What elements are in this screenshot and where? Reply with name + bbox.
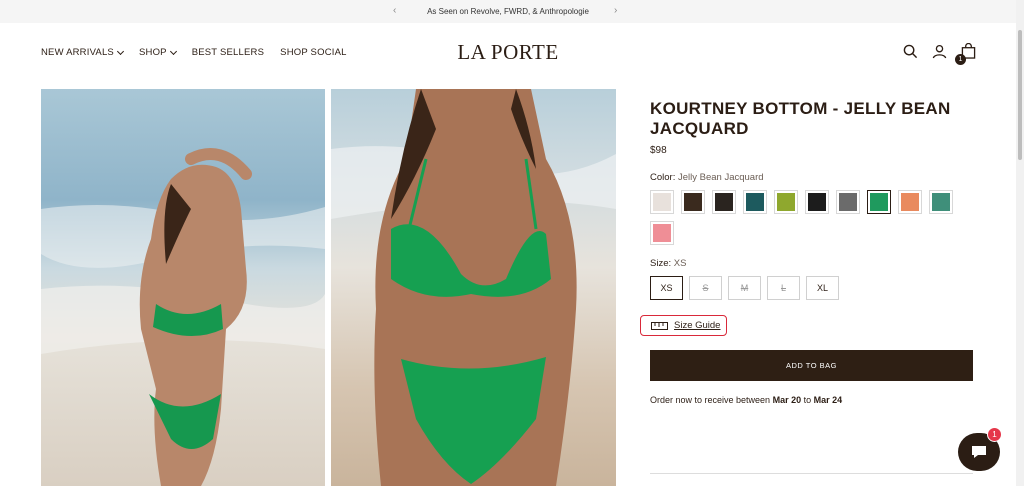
- product-info: KOURTNEY BOTTOM - JELLY BEAN JACQUARD $9…: [640, 99, 973, 405]
- announcement-text: As Seen on Revolve, FWRD, & Anthropologi…: [427, 7, 589, 16]
- chat-icon: [972, 446, 986, 458]
- order-prefix: Order now to receive between: [650, 395, 771, 405]
- chevron-right-icon[interactable]: ›: [614, 5, 617, 16]
- order-end-date: Mar 24: [813, 395, 843, 405]
- color-swatch-fill: [808, 193, 826, 211]
- size-option[interactable]: XS: [650, 276, 683, 300]
- color-label-text: Color:: [650, 172, 676, 183]
- size-guide-label: Size Guide: [674, 320, 721, 331]
- size-label-text: Size:: [650, 258, 672, 269]
- account-icon[interactable]: [932, 44, 947, 59]
- add-to-bag-button[interactable]: ADD TO BAG: [650, 350, 973, 381]
- cart-icon[interactable]: 1: [955, 43, 976, 65]
- color-swatch-fill: [839, 193, 857, 211]
- color-swatch[interactable]: [805, 190, 829, 214]
- color-swatch-fill: [932, 193, 950, 211]
- size-guide-link[interactable]: Size Guide: [640, 315, 728, 336]
- announcement-bar: ‹ As Seen on Revolve, FWRD, & Anthropolo…: [0, 0, 1016, 23]
- color-swatch[interactable]: [681, 190, 705, 214]
- color-value: Jelly Bean Jacquard: [677, 172, 764, 183]
- search-icon[interactable]: [903, 44, 918, 59]
- color-swatch[interactable]: [929, 190, 953, 214]
- order-start-date: Mar 20: [772, 395, 802, 405]
- delivery-estimate: Order now to receive between Mar 20 to M…: [650, 395, 973, 405]
- product-price: $98: [650, 145, 667, 156]
- color-swatch[interactable]: [867, 190, 891, 214]
- color-swatch[interactable]: [712, 190, 736, 214]
- product-title: KOURTNEY BOTTOM - JELLY BEAN JACQUARD: [650, 99, 951, 138]
- chevron-left-icon[interactable]: ‹: [393, 5, 396, 16]
- header-icons: 1: [903, 43, 976, 65]
- color-swatch-fill: [653, 193, 671, 211]
- product-image-2[interactable]: [331, 89, 616, 486]
- color-swatch-fill: [715, 193, 733, 211]
- scrollbar-thumb[interactable]: [1018, 30, 1022, 160]
- cart-count-badge: 1: [955, 54, 966, 65]
- color-swatch-fill: [901, 193, 919, 211]
- size-label: Size: XS: [650, 258, 973, 269]
- size-option[interactable]: S: [689, 276, 722, 300]
- divider: [650, 473, 973, 474]
- color-swatch-fill: [870, 193, 888, 211]
- color-swatch-fill: [746, 193, 764, 211]
- color-swatch-fill: [777, 193, 795, 211]
- color-swatch[interactable]: [650, 221, 674, 245]
- ruler-icon: [651, 321, 668, 330]
- color-swatch-fill: [653, 224, 671, 242]
- size-option[interactable]: XL: [806, 276, 839, 300]
- size-option[interactable]: L: [767, 276, 800, 300]
- product-image-1[interactable]: [41, 89, 325, 486]
- order-to: to: [803, 395, 812, 405]
- size-value: XS: [673, 258, 687, 269]
- color-swatches: [650, 190, 960, 245]
- size-options: XS S M L XL: [650, 276, 973, 300]
- site-header: NEW ARRIVALS SHOP BEST SELLERS SHOP SOCI…: [0, 23, 1016, 85]
- site-logo[interactable]: LA PORTE: [0, 40, 1016, 65]
- color-swatch[interactable]: [650, 190, 674, 214]
- color-swatch[interactable]: [743, 190, 767, 214]
- color-swatch-fill: [684, 193, 702, 211]
- color-swatch[interactable]: [898, 190, 922, 214]
- color-swatch[interactable]: [836, 190, 860, 214]
- chat-notification-badge: 1: [987, 427, 1002, 442]
- color-swatch[interactable]: [774, 190, 798, 214]
- color-label: Color: Jelly Bean Jacquard: [650, 172, 973, 183]
- size-option[interactable]: M: [728, 276, 761, 300]
- scrollbar[interactable]: [1016, 0, 1024, 486]
